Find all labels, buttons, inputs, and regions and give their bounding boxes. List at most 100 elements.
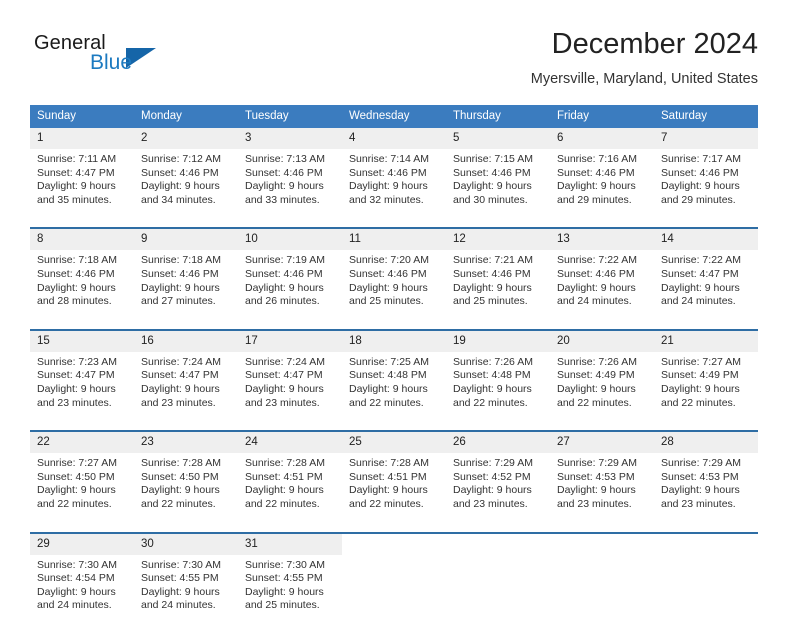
sunrise-text: Sunrise: 7:28 AM: [245, 457, 325, 470]
calendar-day-cell[interactable]: 8 Sunrise: 7:18 AM Sunset: 4:46 PM Daylight…: [30, 229, 134, 319]
daylight-text-line1: Daylight: 9 hours: [245, 382, 324, 395]
daylight-text-line1: Daylight: 9 hours: [661, 382, 740, 395]
daylight-text-line2: and 24 minutes.: [661, 295, 736, 308]
day-number: 2: [134, 128, 238, 149]
daylight-text-line1: Daylight: 9 hours: [245, 484, 324, 497]
calendar-day-cell[interactable]: 4 Sunrise: 7:14 AM Sunset: 4:46 PM Daylight…: [342, 128, 446, 218]
calendar-day-cell[interactable]: 6 Sunrise: 7:16 AM Sunset: 4:46 PM Daylight…: [550, 128, 654, 218]
weekday-header-friday: Friday: [557, 110, 589, 122]
calendar-day-cell[interactable]: 21 Sunrise: 7:27 AM Sunset: 4:49 PM Dayligh…: [654, 330, 758, 421]
day-details: Sunrise: 7:29 AM Sunset: 4:53 PM Daylight:…: [654, 453, 758, 521]
calendar-day-cell[interactable]: 23 Sunrise: 7:28 AM Sunset: 4:50 PM Dayligh…: [134, 432, 238, 522]
week-spacer: [30, 318, 758, 329]
sunset-text: Sunset: 4:47 PM: [141, 369, 219, 382]
calendar-page: General Blue December 2024 Myersville, M…: [0, 0, 792, 623]
calendar-day-cell[interactable]: 1 Sunrise: 7:11 AM Sunset: 4:47 PM Daylight…: [30, 128, 134, 218]
day-details: Sunrise: 7:28 AM Sunset: 4:50 PM Daylight:…: [134, 453, 238, 521]
daylight-text-line2: and 25 minutes.: [245, 599, 320, 612]
day-number: 19: [446, 330, 550, 352]
calendar-day-cell[interactable]: 7 Sunrise: 7:17 AM Sunset: 4:46 PM Daylight…: [654, 128, 758, 218]
sunrise-text: Sunrise: 7:30 AM: [141, 558, 221, 571]
calendar-day-cell[interactable]: 16 Sunrise: 7:24 AM Sunset: 4:47 PM Dayligh…: [134, 330, 238, 421]
daylight-text-line1: Daylight: 9 hours: [37, 281, 116, 294]
daylight-text-line2: and 22 minutes.: [349, 396, 424, 409]
calendar-day-cell[interactable]: 17 Sunrise: 7:24 AM Sunset: 4:47 PM Dayligh…: [238, 330, 342, 421]
day-number: 1: [30, 128, 134, 149]
daylight-text-line1: Daylight: 9 hours: [37, 484, 116, 497]
day-number: 12: [446, 229, 550, 251]
day-number: 25: [342, 432, 446, 454]
calendar-day-cell[interactable]: 29 Sunrise: 7:30 AM Sunset: 4:54 PM Dayligh…: [30, 533, 134, 623]
day-number: 9: [134, 229, 238, 251]
calendar-day-cell[interactable]: 14 Sunrise: 7:22 AM Sunset: 4:47 PM Dayligh…: [654, 229, 758, 319]
calendar-day-cell[interactable]: 28 Sunrise: 7:29 AM Sunset: 4:53 PM Dayligh…: [654, 432, 758, 522]
page-subtitle: Myersville, Maryland, United States: [530, 71, 758, 87]
calendar-day-cell[interactable]: 3 Sunrise: 7:13 AM Sunset: 4:46 PM Daylight…: [238, 128, 342, 218]
daylight-text-line2: and 29 minutes.: [661, 193, 736, 206]
daylight-text-line1: Daylight: 9 hours: [557, 382, 636, 395]
calendar-day-cell[interactable]: 5 Sunrise: 7:15 AM Sunset: 4:46 PM Daylight…: [446, 128, 550, 218]
sunrise-text: Sunrise: 7:29 AM: [661, 457, 741, 470]
sunset-text: Sunset: 4:51 PM: [349, 470, 427, 483]
calendar-day-cell[interactable]: 19 Sunrise: 7:26 AM Sunset: 4:48 PM Dayligh…: [446, 330, 550, 421]
page-header: General Blue December 2024 Myersville, M…: [30, 26, 758, 96]
day-number: 7: [654, 128, 758, 149]
calendar-day-cell[interactable]: 10 Sunrise: 7:19 AM Sunset: 4:46 PM Dayligh…: [238, 229, 342, 319]
day-details: Sunrise: 7:24 AM Sunset: 4:47 PM Daylight:…: [238, 352, 342, 420]
day-details: Sunrise: 7:27 AM Sunset: 4:49 PM Daylight:…: [654, 352, 758, 420]
daylight-text-line2: and 22 minutes.: [141, 497, 216, 510]
daylight-text-line2: and 33 minutes.: [245, 193, 320, 206]
calendar-day-cell[interactable]: 15 Sunrise: 7:23 AM Sunset: 4:47 PM Dayligh…: [30, 330, 134, 421]
calendar-day-cell-empty: [446, 533, 550, 623]
calendar-day-cell[interactable]: 2 Sunrise: 7:12 AM Sunset: 4:46 PM Daylight…: [134, 128, 238, 218]
calendar-day-cell[interactable]: 9 Sunrise: 7:18 AM Sunset: 4:46 PM Daylight…: [134, 229, 238, 319]
sunrise-text: Sunrise: 7:17 AM: [661, 153, 741, 165]
sunset-text: Sunset: 4:46 PM: [349, 267, 427, 280]
calendar-day-cell[interactable]: 24 Sunrise: 7:28 AM Sunset: 4:51 PM Dayligh…: [238, 432, 342, 522]
day-number: 30: [134, 533, 238, 555]
day-details: Sunrise: 7:26 AM Sunset: 4:49 PM Daylight:…: [550, 352, 654, 420]
daylight-text-line2: and 22 minutes.: [37, 497, 112, 510]
week-spacer: [30, 217, 758, 228]
sunrise-text: Sunrise: 7:30 AM: [37, 558, 117, 571]
general-blue-logo[interactable]: General Blue: [30, 32, 230, 90]
sunrise-text: Sunrise: 7:26 AM: [453, 355, 533, 368]
daylight-text-line1: Daylight: 9 hours: [661, 180, 740, 193]
sunset-text: Sunset: 4:47 PM: [661, 267, 739, 280]
daylight-text-line2: and 23 minutes.: [245, 396, 320, 409]
sunset-text: Sunset: 4:50 PM: [141, 470, 219, 483]
day-details: Sunrise: 7:16 AM Sunset: 4:46 PM Daylight:…: [550, 149, 654, 217]
calendar-day-cell[interactable]: 12 Sunrise: 7:21 AM Sunset: 4:46 PM Dayligh…: [446, 229, 550, 319]
calendar-day-cell[interactable]: 25 Sunrise: 7:28 AM Sunset: 4:51 PM Dayligh…: [342, 432, 446, 522]
daylight-text-line1: Daylight: 9 hours: [245, 281, 324, 294]
sunrise-text: Sunrise: 7:22 AM: [557, 254, 637, 267]
calendar-day-cell[interactable]: 31 Sunrise: 7:30 AM Sunset: 4:55 PM Dayligh…: [238, 533, 342, 623]
calendar-day-cell[interactable]: 22 Sunrise: 7:27 AM Sunset: 4:50 PM Dayligh…: [30, 432, 134, 522]
calendar-day-cell[interactable]: 26 Sunrise: 7:29 AM Sunset: 4:52 PM Dayligh…: [446, 432, 550, 522]
sunrise-text: Sunrise: 7:15 AM: [453, 153, 533, 165]
calendar-weeks: 1 Sunrise: 7:11 AM Sunset: 4:47 PM Daylight…: [30, 128, 758, 623]
sunset-text: Sunset: 4:46 PM: [661, 166, 739, 179]
daylight-text-line2: and 22 minutes.: [557, 396, 632, 409]
calendar-day-cell[interactable]: 30 Sunrise: 7:30 AM Sunset: 4:55 PM Dayligh…: [134, 533, 238, 623]
day-details: Sunrise: 7:29 AM Sunset: 4:53 PM Daylight:…: [550, 453, 654, 521]
daylight-text-line2: and 23 minutes.: [557, 497, 632, 510]
calendar-day-cell[interactable]: 27 Sunrise: 7:29 AM Sunset: 4:53 PM Dayligh…: [550, 432, 654, 522]
day-number: 5: [446, 128, 550, 149]
calendar-day-cell[interactable]: 20 Sunrise: 7:26 AM Sunset: 4:49 PM Dayligh…: [550, 330, 654, 421]
weekday-header-wednesday: Wednesday: [349, 110, 410, 122]
daylight-text-line2: and 22 minutes.: [245, 497, 320, 510]
sunset-text: Sunset: 4:46 PM: [453, 166, 531, 179]
calendar-day-cell[interactable]: 11 Sunrise: 7:20 AM Sunset: 4:46 PM Dayligh…: [342, 229, 446, 319]
daylight-text-line1: Daylight: 9 hours: [141, 484, 220, 497]
daylight-text-line2: and 27 minutes.: [141, 295, 216, 308]
daylight-text-line2: and 22 minutes.: [349, 497, 424, 510]
calendar-day-cell[interactable]: 18 Sunrise: 7:25 AM Sunset: 4:48 PM Dayligh…: [342, 330, 446, 421]
daylight-text-line1: Daylight: 9 hours: [557, 180, 636, 193]
sunrise-text: Sunrise: 7:11 AM: [37, 153, 117, 165]
day-number: 8: [30, 229, 134, 251]
day-number: 31: [238, 533, 342, 555]
daylight-text-line1: Daylight: 9 hours: [349, 180, 428, 193]
sunset-text: Sunset: 4:55 PM: [141, 572, 219, 585]
calendar-day-cell[interactable]: 13 Sunrise: 7:22 AM Sunset: 4:46 PM Dayligh…: [550, 229, 654, 319]
